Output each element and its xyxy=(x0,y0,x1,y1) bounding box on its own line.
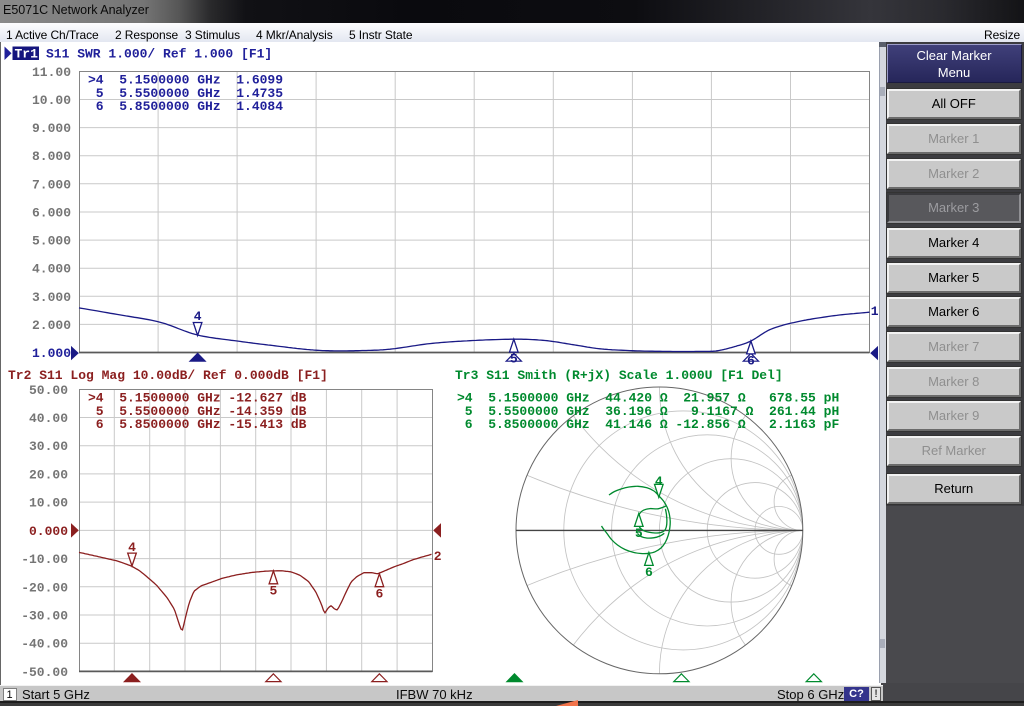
svg-text:5: 5 xyxy=(635,526,643,541)
svg-text:0.000: 0.000 xyxy=(29,524,68,539)
svg-text:5: 5 xyxy=(269,583,277,598)
svg-text:6 5.8500000 GHz 1.4084: 6 5.8500000 GHz 1.4084 xyxy=(88,99,283,114)
svg-text:-30.00: -30.00 xyxy=(21,609,68,624)
svg-text:7.000: 7.000 xyxy=(32,177,71,192)
svg-text:Tr3 S11 Smith (R+jX) Scale 1.0: Tr3 S11 Smith (R+jX) Scale 1.000U [F1 De… xyxy=(455,368,783,383)
svg-text:-40.00: -40.00 xyxy=(21,637,68,652)
svg-text:6 5.8500000 GHz 41.146 Ω -12: 6 5.8500000 GHz 41.146 Ω -12.856 Ω 2.116… xyxy=(457,417,839,432)
svg-text:40.00: 40.00 xyxy=(29,411,68,426)
svg-text:Tr1: Tr1 xyxy=(15,47,39,62)
svg-text:6 5.8500000 GHz -15.413 dB: 6 5.8500000 GHz -15.413 dB xyxy=(88,417,307,432)
svg-text:-20.00: -20.00 xyxy=(21,580,68,595)
svg-text:6: 6 xyxy=(375,586,383,601)
svg-text:6: 6 xyxy=(747,354,755,369)
svg-text:4: 4 xyxy=(128,540,136,555)
svg-text:3.000: 3.000 xyxy=(32,290,71,305)
svg-text:4: 4 xyxy=(194,309,202,324)
svg-text:8.000: 8.000 xyxy=(32,149,71,164)
svg-text:6: 6 xyxy=(645,565,653,580)
svg-text:50.00: 50.00 xyxy=(29,383,68,398)
svg-text:9.000: 9.000 xyxy=(32,121,71,136)
svg-text:10.00: 10.00 xyxy=(32,93,71,108)
svg-text:20.00: 20.00 xyxy=(29,467,68,482)
svg-text:1.000: 1.000 xyxy=(32,346,71,361)
svg-text:11.00: 11.00 xyxy=(32,65,71,80)
svg-text:5: 5 xyxy=(510,352,518,367)
svg-text:30.00: 30.00 xyxy=(29,439,68,454)
svg-text:4: 4 xyxy=(655,474,663,489)
svg-text:Tr2 S11 Log Mag 10.00dB/ Ref 0: Tr2 S11 Log Mag 10.00dB/ Ref 0.000dB [F1… xyxy=(8,368,328,383)
svg-text:4.000: 4.000 xyxy=(32,262,71,277)
svg-text:10.00: 10.00 xyxy=(29,496,68,511)
svg-text:2: 2 xyxy=(434,549,442,564)
svg-text:-50.00: -50.00 xyxy=(21,665,68,680)
svg-text:2.000: 2.000 xyxy=(32,318,71,333)
svg-text:5.000: 5.000 xyxy=(32,234,71,249)
svg-text:S11 SWR 1.000/ Ref 1.000 [F1]: S11 SWR 1.000/ Ref 1.000 [F1] xyxy=(46,47,272,62)
svg-text:-10.00: -10.00 xyxy=(21,552,68,567)
svg-text:6.000: 6.000 xyxy=(32,206,71,221)
